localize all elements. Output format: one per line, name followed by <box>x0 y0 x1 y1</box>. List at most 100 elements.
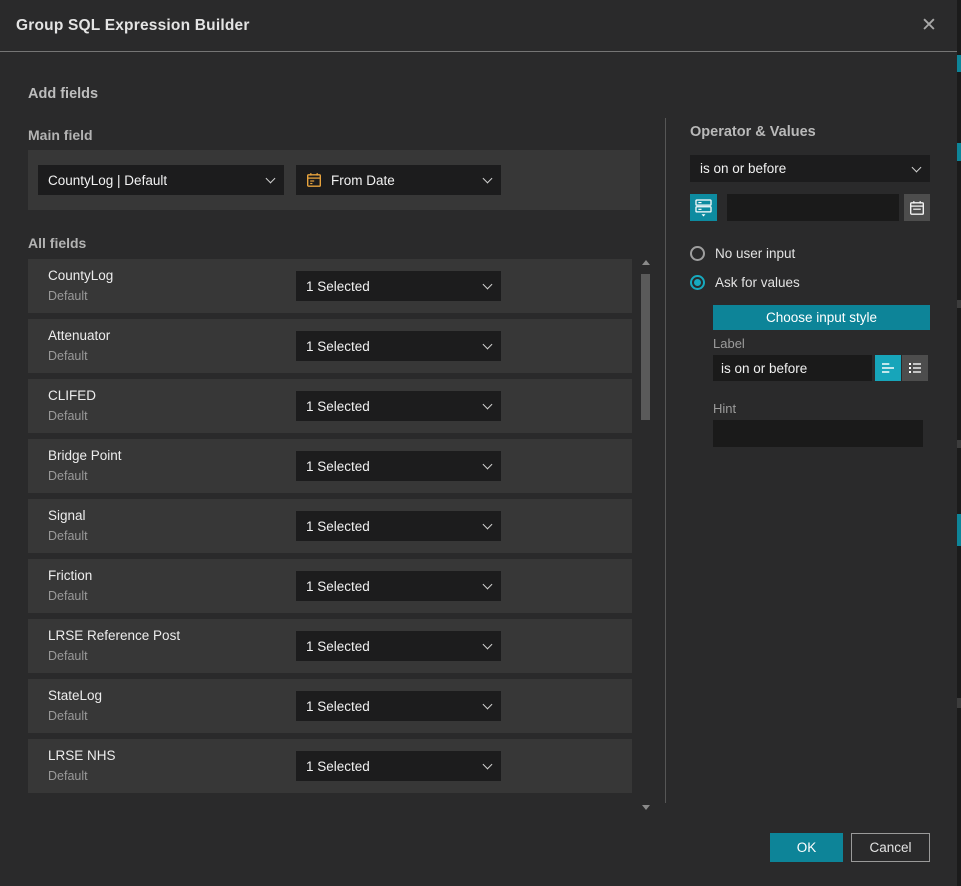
scroll-up-arrow-icon[interactable] <box>642 260 650 265</box>
chevron-down-icon <box>483 280 493 290</box>
field-row: Attenuator Default 1 Selected <box>28 319 632 373</box>
main-field-dropdown-value: From Date <box>331 173 395 188</box>
edge-artifact <box>957 698 961 708</box>
list-input-style-button[interactable] <box>902 355 928 381</box>
list-values-icon <box>907 360 923 376</box>
field-sublabel: Default <box>48 349 88 363</box>
edge-artifact <box>957 514 961 546</box>
chevron-down-icon <box>912 162 922 172</box>
field-selection-dropdown[interactable]: 1 Selected <box>296 451 501 481</box>
scrollbar-thumb[interactable] <box>641 274 650 420</box>
calendar-picker-button[interactable] <box>904 194 930 221</box>
field-sublabel: Default <box>48 409 88 423</box>
field-name: Attenuator <box>48 328 110 343</box>
radio-circle-icon <box>690 246 705 261</box>
hint-caption: Hint <box>713 401 736 416</box>
unique-values-button[interactable] <box>690 194 717 221</box>
field-name: LRSE NHS <box>48 748 116 763</box>
hint-input[interactable] <box>713 420 923 447</box>
chevron-down-icon <box>483 400 493 410</box>
field-selection-dropdown[interactable]: 1 Selected <box>296 571 501 601</box>
all-fields-heading: All fields <box>28 235 86 251</box>
field-row: LRSE NHS Default 1 Selected <box>28 739 632 793</box>
field-selection-dropdown[interactable]: 1 Selected <box>296 391 501 421</box>
field-name: Signal <box>48 508 86 523</box>
panel-divider <box>665 118 666 803</box>
radio-no-user-input[interactable]: No user input <box>690 246 795 261</box>
underlying-app-edge <box>957 0 961 886</box>
selection-count: 1 Selected <box>306 339 370 354</box>
field-name: LRSE Reference Post <box>48 628 180 643</box>
dataset-dropdown[interactable]: CountyLog | Default <box>38 165 284 195</box>
radio-ask-for-values[interactable]: Ask for values <box>690 275 800 290</box>
field-name: StateLog <box>48 688 102 703</box>
radio-no-user-input-label: No user input <box>715 246 795 261</box>
label-input[interactable] <box>713 355 872 381</box>
field-selection-dropdown[interactable]: 1 Selected <box>296 631 501 661</box>
edge-artifact <box>957 55 961 72</box>
scroll-down-arrow-icon[interactable] <box>642 805 650 810</box>
main-field-container: CountyLog | Default From Date <box>28 150 640 210</box>
field-selection-dropdown[interactable]: 1 Selected <box>296 331 501 361</box>
field-selection-dropdown[interactable]: 1 Selected <box>296 271 501 301</box>
selection-count: 1 Selected <box>306 579 370 594</box>
cancel-button[interactable]: Cancel <box>851 833 930 862</box>
operator-values-heading: Operator & Values <box>690 124 816 140</box>
selection-count: 1 Selected <box>306 519 370 534</box>
selection-count: 1 Selected <box>306 699 370 714</box>
single-line-input-style-button[interactable] <box>875 355 901 381</box>
value-input-row <box>690 194 930 221</box>
operator-values-panel: Operator & Values is on or before <box>690 118 930 538</box>
field-selection-dropdown[interactable]: 1 Selected <box>296 691 501 721</box>
calendar-icon <box>909 200 925 216</box>
field-name: Bridge Point <box>48 448 122 463</box>
operator-dropdown[interactable]: is on or before <box>690 155 930 182</box>
field-row: CountyLog Default 1 Selected <box>28 259 632 313</box>
operator-dropdown-value: is on or before <box>700 161 786 176</box>
unique-values-icon <box>694 198 713 217</box>
chevron-down-icon <box>483 340 493 350</box>
edge-artifact <box>957 300 961 308</box>
field-sublabel: Default <box>48 289 88 303</box>
chevron-down-icon <box>483 174 493 184</box>
chevron-down-icon <box>483 460 493 470</box>
calendar-date-icon <box>306 172 322 188</box>
field-row: StateLog Default 1 Selected <box>28 679 632 733</box>
field-row: CLIFED Default 1 Selected <box>28 379 632 433</box>
field-name: Friction <box>48 568 92 583</box>
radio-selected-icon <box>690 275 705 290</box>
field-sublabel: Default <box>48 649 88 663</box>
add-fields-heading: Add fields <box>28 86 98 102</box>
ok-button[interactable]: OK <box>770 833 843 862</box>
align-left-icon <box>880 360 896 376</box>
field-sublabel: Default <box>48 469 88 483</box>
main-field-dropdown[interactable]: From Date <box>296 165 501 195</box>
selection-count: 1 Selected <box>306 759 370 774</box>
chevron-down-icon <box>483 640 493 650</box>
field-sublabel: Default <box>48 709 88 723</box>
selection-count: 1 Selected <box>306 639 370 654</box>
chevron-down-icon <box>483 520 493 530</box>
field-sublabel: Default <box>48 589 88 603</box>
edge-artifact <box>957 440 961 448</box>
dialog-title: Group SQL Expression Builder <box>16 17 250 35</box>
choose-input-style-button[interactable]: Choose input style <box>713 305 930 330</box>
selection-count: 1 Selected <box>306 459 370 474</box>
radio-ask-for-values-label: Ask for values <box>715 275 800 290</box>
field-row: LRSE Reference Post Default 1 Selected <box>28 619 632 673</box>
field-row: Friction Default 1 Selected <box>28 559 632 613</box>
close-icon[interactable]: ✕ <box>917 14 941 38</box>
chevron-down-icon <box>483 700 493 710</box>
field-name: CLIFED <box>48 388 96 403</box>
dialog-header: Group SQL Expression Builder ✕ <box>0 0 957 52</box>
value-input[interactable] <box>727 194 899 221</box>
field-name: CountyLog <box>48 268 113 283</box>
field-row: Signal Default 1 Selected <box>28 499 632 553</box>
field-sublabel: Default <box>48 529 88 543</box>
chevron-down-icon <box>483 580 493 590</box>
all-fields-list: CountyLog Default 1 Selected Attenuator … <box>28 259 632 799</box>
fields-list-scrollbar[interactable] <box>639 258 653 810</box>
selection-count: 1 Selected <box>306 279 370 294</box>
field-selection-dropdown[interactable]: 1 Selected <box>296 751 501 781</box>
field-selection-dropdown[interactable]: 1 Selected <box>296 511 501 541</box>
